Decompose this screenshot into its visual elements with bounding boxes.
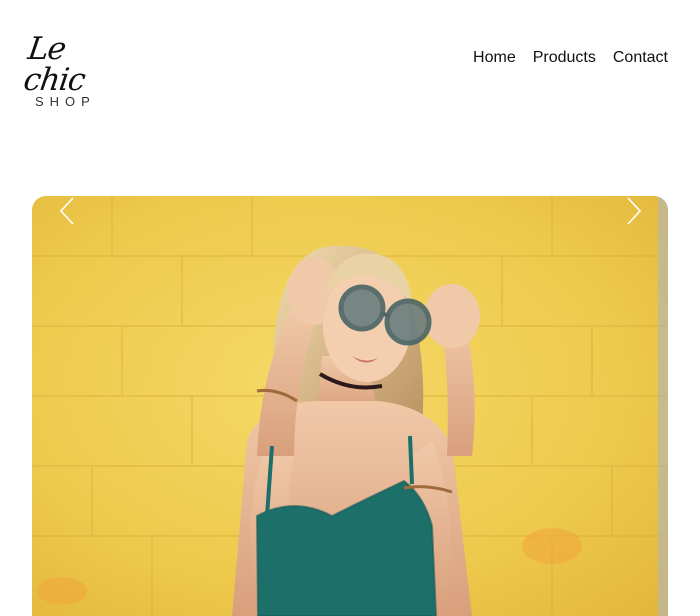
chevron-right-icon (627, 197, 642, 225)
hero-carousel (32, 196, 668, 616)
chevron-left-icon (59, 197, 74, 225)
nav-link-products[interactable]: Products (533, 48, 596, 68)
main-nav: Home Products Contact (473, 48, 668, 68)
carousel-next-button[interactable] (619, 196, 649, 226)
hero-slide-image (32, 196, 668, 616)
logo-sub-text: SHOP (35, 94, 96, 109)
brand-logo[interactable]: Le chic SHOP (21, 30, 114, 112)
nav-link-contact[interactable]: Contact (613, 48, 668, 68)
nav-link-home[interactable]: Home (473, 48, 516, 68)
carousel-prev-button[interactable] (52, 196, 82, 226)
logo-script-text: Le chic (21, 31, 88, 98)
site-header: Le chic SHOP Home Products Contact (0, 0, 700, 150)
